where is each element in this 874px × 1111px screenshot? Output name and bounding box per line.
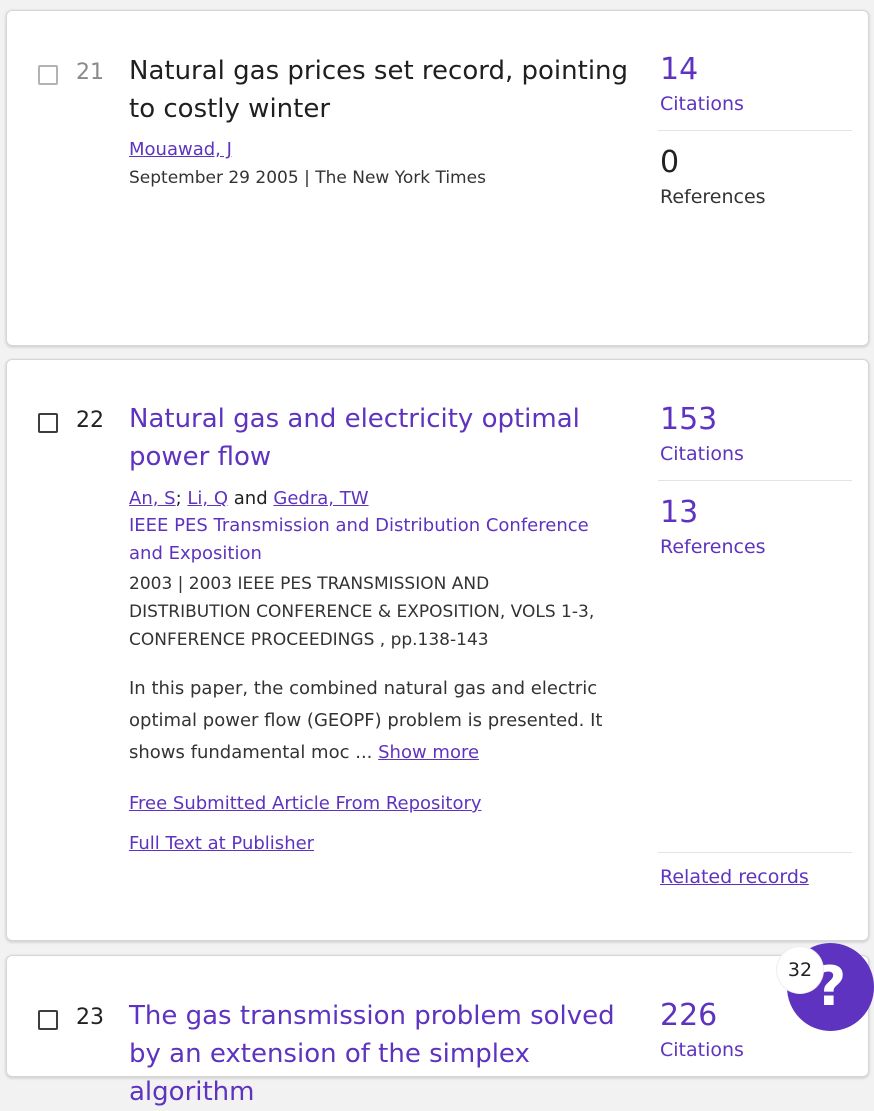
author-separator: ; (175, 488, 182, 509)
author-link[interactable]: Li, Q (187, 488, 228, 509)
publication-meta: 2003 | 2003 IEEE PES TRANSMISSION AND DI… (129, 574, 595, 650)
metric-divider (658, 852, 852, 853)
show-more-link[interactable]: Show more (378, 742, 479, 763)
metric-divider (658, 480, 852, 481)
record-title-link[interactable]: Natural gas and electricity optimal powe… (129, 400, 609, 476)
source-link[interactable]: IEEE PES Transmission and Distribution C… (129, 512, 619, 568)
author-list: Mouawad, J (129, 138, 232, 162)
abstract-snippet: In this paper, the combined natural gas … (129, 673, 611, 769)
notification-badge: 32 (777, 947, 823, 993)
citations-count[interactable]: 226 (660, 999, 717, 1033)
select-checkbox-22[interactable] (38, 413, 58, 433)
select-checkbox-21[interactable] (38, 65, 58, 85)
record-number: 21 (76, 60, 104, 85)
record-title-link[interactable]: The gas transmission problem solved by a… (129, 997, 629, 1111)
record-title: Natural gas prices set record, pointing … (129, 56, 629, 124)
record-number: 22 (76, 408, 104, 433)
author-conjunction: and (233, 488, 268, 509)
record-number: 23 (76, 1005, 104, 1030)
metric-divider (658, 130, 852, 131)
citations-label[interactable]: Citations (660, 92, 744, 116)
abstract-text: In this paper, the combined natural gas … (129, 678, 603, 763)
references-count: 0 (660, 145, 680, 180)
author-list: An, S; Li, Q and Gedra, TW (129, 487, 369, 511)
citations-label[interactable]: Citations (660, 1038, 744, 1062)
related-records-link[interactable]: Related records (660, 866, 809, 888)
citations-count[interactable]: 14 (660, 53, 698, 87)
publication-meta: September 29 2005 | The New York Times (129, 168, 486, 188)
references-label[interactable]: References (660, 535, 766, 559)
select-checkbox-23[interactable] (38, 1010, 58, 1030)
author-link[interactable]: Gedra, TW (273, 488, 368, 509)
citations-count[interactable]: 153 (660, 403, 717, 437)
free-article-link[interactable]: Free Submitted Article From Repository (129, 793, 482, 814)
author-link[interactable]: Mouawad, J (129, 139, 232, 160)
references-label: References (660, 186, 766, 208)
citations-label[interactable]: Citations (660, 442, 744, 466)
references-count[interactable]: 13 (660, 496, 698, 530)
author-link[interactable]: An, S (129, 488, 176, 509)
full-text-link[interactable]: Full Text at Publisher (129, 833, 314, 854)
